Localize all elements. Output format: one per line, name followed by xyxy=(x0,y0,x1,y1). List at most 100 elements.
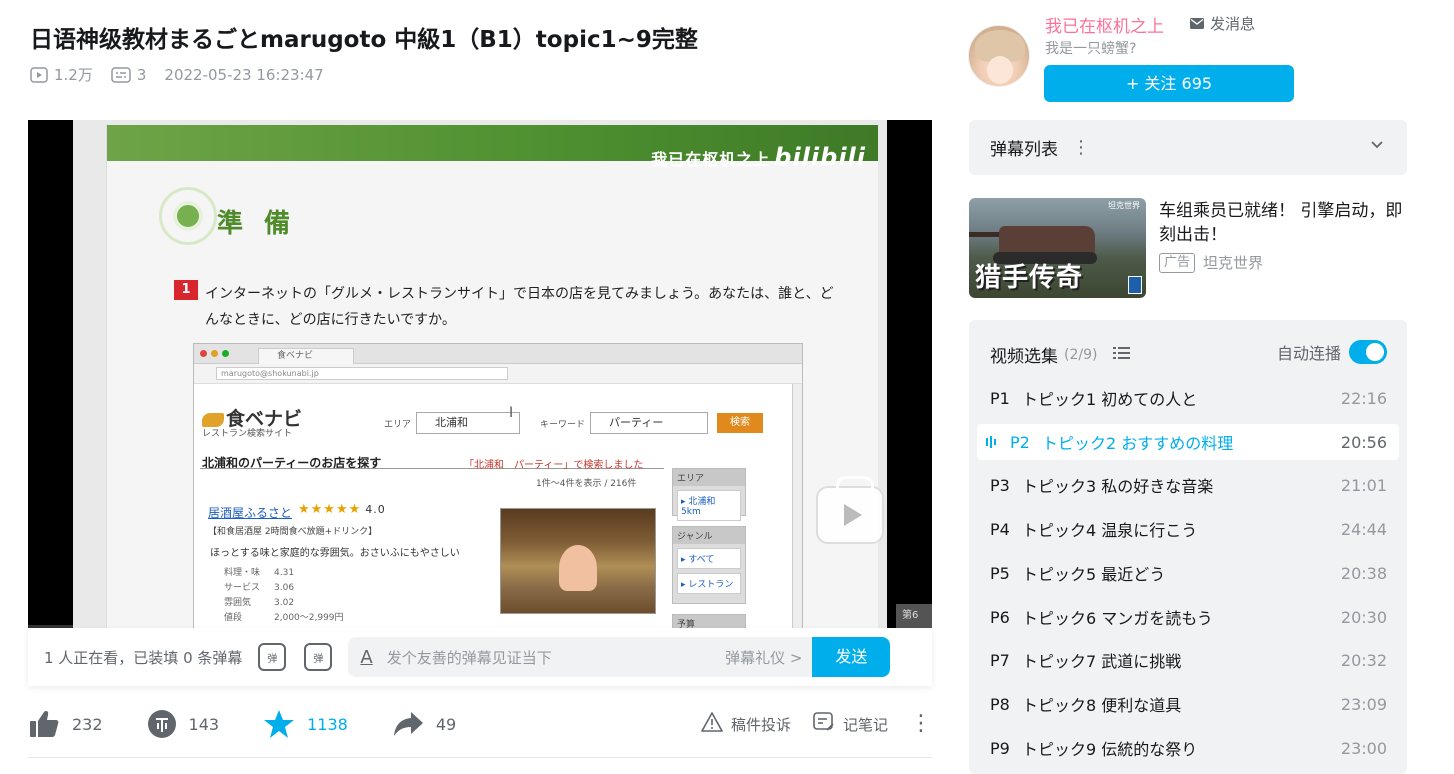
bilibili-tv-play-icon[interactable] xyxy=(816,476,884,544)
episode-name: トピック3 私の好きな音楽 xyxy=(1022,477,1214,496)
autoplay-label: 自动连播 xyxy=(1276,344,1341,363)
restaurant-photo xyxy=(500,508,656,614)
site-subtitle: レストラン検索サイト xyxy=(202,429,293,439)
danmaku-style-icon[interactable]: A xyxy=(360,647,372,668)
playlist-title: 视频选集 xyxy=(990,347,1058,367)
episode-duration: 22:16 xyxy=(1340,388,1387,408)
episode-number: P6 xyxy=(990,607,1010,627)
ad-title[interactable]: 车组乘员已就绪！ 引擎启动，即刻出击！ xyxy=(1159,199,1404,247)
episode-item[interactable]: P4 トピック4 温泉に行こう 24:44 xyxy=(977,511,1399,547)
danmaku-toggle-icon[interactable]: 弹 xyxy=(258,643,287,671)
star-icon xyxy=(263,709,295,739)
episode-item[interactable]: P9 トピック9 伝統的な祭り 23:00 xyxy=(977,730,1399,766)
shop-subtitle: 【和食居酒屋 2時間食べ放題+ドリンク】 xyxy=(208,527,378,537)
video-player[interactable]: 我已在枢机之上 bilibili 準 備 1 インターネットの「グルメ・レストラン… xyxy=(28,120,932,628)
area-label: エリア xyxy=(384,420,412,430)
warning-icon xyxy=(701,712,723,736)
shop-description: ほっとする味と家庭的な雰囲気。おさいふにもやさしい xyxy=(210,548,460,559)
text-cursor-icon: I xyxy=(509,405,514,421)
autoplay-toggle[interactable]: 自动连播 xyxy=(1277,340,1387,364)
rating-label: 料理・味 xyxy=(224,568,261,578)
publish-date: 2022-05-23 16:23:47 xyxy=(164,65,324,84)
episode-number: P8 xyxy=(990,694,1010,714)
coin-button[interactable]: 143 xyxy=(147,709,219,739)
playlist-header: 视频选集 (2/9) xyxy=(990,342,1131,367)
mock-browser: 食ベナビ marugoto@shokunabi.jp 食ベナビ レストラン検索サ… xyxy=(193,343,803,628)
mock-scrollbar xyxy=(792,384,802,628)
danmaku-etiquette-link[interactable]: 弹幕礼仪 > xyxy=(725,647,802,668)
uploader-name[interactable]: 我已在枢机之上 xyxy=(1045,12,1164,37)
ad-thumbnail[interactable]: 坦克世界 猎手传奇 xyxy=(969,198,1146,298)
more-vertical-icon[interactable]: ⋮ xyxy=(1072,137,1090,158)
rating-row: サービス 3.06 xyxy=(224,581,344,596)
episode-item-active[interactable]: P2 トピック2 おすすめの料理 20:56 xyxy=(977,424,1399,460)
list-view-icon[interactable] xyxy=(1113,345,1131,365)
episode-item[interactable]: P3 トピック3 私の好きな音楽 21:01 xyxy=(977,467,1399,503)
episode-duration: 20:32 xyxy=(1340,650,1387,670)
video-title: 日语神级教材まるごとmarugoto 中級1（B1）topic1~9完整 xyxy=(30,27,698,53)
like-button[interactable]: 232 xyxy=(28,709,103,739)
danmaku-count-value: 3 xyxy=(136,65,147,84)
mock-search-button: 検索 xyxy=(717,413,763,433)
ad-caption: 猎手传奇 xyxy=(975,263,1084,293)
send-danmaku-button[interactable]: 发送 xyxy=(812,637,891,677)
episode-item[interactable]: P8 トピック8 便利な道具 23:09 xyxy=(977,686,1399,722)
maximize-dot-icon xyxy=(222,350,229,357)
episode-item[interactable]: P6 トピック6 マンガを読もう 20:30 xyxy=(977,599,1399,635)
side-area-box: エリア ▸ 北浦和 5km xyxy=(672,468,746,521)
uploader-signature: 我是一只螃蟹? xyxy=(1045,41,1137,57)
chevron-down-icon[interactable] xyxy=(1369,136,1385,156)
danmaku-list-title: 弹幕列表 xyxy=(990,140,1058,160)
episode-number: P4 xyxy=(990,519,1010,539)
episode-item[interactable]: P1 トピック1 初めての人と 22:16 xyxy=(977,380,1399,416)
episode-duration: 23:00 xyxy=(1340,738,1387,758)
rating-badge-icon xyxy=(1128,276,1142,294)
episode-item[interactable]: P7 トピック7 武道に挑戦 20:32 xyxy=(977,642,1399,678)
danmaku-list-header[interactable]: 弹幕列表 ⋮ xyxy=(969,120,1407,175)
mail-icon xyxy=(1190,15,1204,33)
share-button[interactable]: 49 xyxy=(392,710,456,738)
episode-name: トピック7 武道に挑戦 xyxy=(1022,652,1182,671)
send-message-button[interactable]: 发消息 xyxy=(1190,13,1255,34)
favorite-button[interactable]: 1138 xyxy=(263,709,348,739)
slide-heading: 準 備 xyxy=(217,209,297,239)
play-icon xyxy=(844,504,862,526)
uploader-avatar[interactable] xyxy=(968,25,1030,87)
side-budget-head: 予算 xyxy=(673,615,745,628)
follow-button[interactable]: + 关注 695 xyxy=(1044,65,1294,102)
next-episode-hint[interactable]: 第6 xyxy=(896,604,932,628)
share-arrow-icon xyxy=(392,710,424,738)
danmaku-settings-icon[interactable]: 弹 xyxy=(304,643,333,671)
rating-label: 値段 xyxy=(224,613,243,623)
view-count: 1.2万 xyxy=(30,64,93,85)
episode-name: トピック4 温泉に行こう xyxy=(1022,521,1198,540)
thumbs-up-icon xyxy=(28,709,60,739)
danmaku-placeholder[interactable]: 发个友善的弹幕见证当下 xyxy=(387,647,552,668)
episode-item[interactable]: P5 トピック5 最近どう 20:38 xyxy=(977,555,1399,591)
divider xyxy=(28,757,932,758)
report-label: 稿件投诉 xyxy=(730,715,791,734)
danmaku-input[interactable]: A 发个友善的弹幕见证当下 弹幕礼仪 > 发送 xyxy=(348,637,891,677)
episode-duration: 20:30 xyxy=(1340,607,1387,627)
rating-label: サービス xyxy=(224,583,261,593)
keyword-label: キーワード xyxy=(540,420,586,430)
danmaku-count: 3 xyxy=(111,65,147,84)
mock-browser-titlebar: 食ベナビ xyxy=(194,344,802,364)
toggle-switch[interactable] xyxy=(1349,340,1387,364)
video-watermark: 我已在枢机之上 bilibili xyxy=(651,143,866,171)
notes-button[interactable]: 记笔记 xyxy=(813,712,888,736)
rating-row: 雰囲気 3.02 xyxy=(224,596,344,611)
video-meta: 1.2万 3 2022-05-23 16:23:47 xyxy=(30,64,324,85)
side-genre-item: ▸ すべて xyxy=(677,548,741,569)
mock-url: marugoto@shokunabi.jp xyxy=(216,367,508,380)
side-area-item: ▸ 北浦和 5km xyxy=(677,490,741,521)
bilibili-logo: bilibili xyxy=(774,143,866,171)
question-number: 1 xyxy=(174,280,198,300)
report-button[interactable]: 稿件投诉 xyxy=(701,712,791,736)
question-text: インターネットの「グルメ・レストランサイト」で日本の店を見てみましょう。あなたは… xyxy=(205,286,834,328)
episode-duration: 20:38 xyxy=(1340,563,1387,583)
more-vertical-icon[interactable]: ⋮ xyxy=(910,713,932,735)
episode-duration: 24:44 xyxy=(1340,519,1387,539)
ad-source[interactable]: 坦克世界 xyxy=(1203,252,1263,273)
minimize-dot-icon xyxy=(211,350,218,357)
